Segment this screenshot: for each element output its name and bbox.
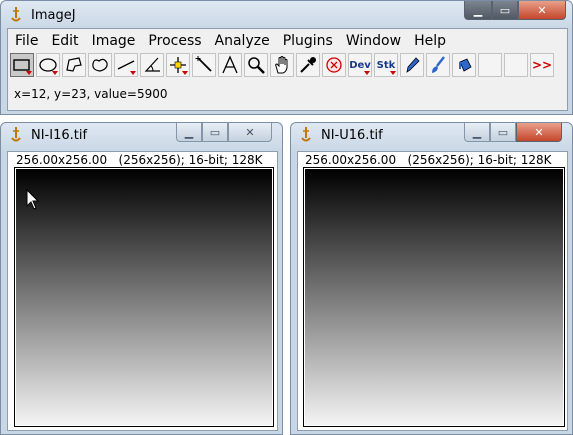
hand-tool[interactable] <box>270 53 294 77</box>
image-canvas[interactable] <box>14 167 274 427</box>
close-button[interactable]: ✕ <box>228 123 272 142</box>
brush-tool[interactable] <box>426 53 450 77</box>
menu-bar: File Edit Image Process Analyze Plugins … <box>8 29 452 51</box>
minimize-button[interactable]: ▁ <box>464 123 490 142</box>
image-info: 256.00x256.00 (256x256); 16-bit; 128K <box>16 153 263 167</box>
magnifier-icon <box>248 57 265 74</box>
window-title: NI-I16.tif <box>31 127 88 143</box>
empty-slot-2 <box>504 53 528 77</box>
menu-analyze[interactable]: Analyze <box>208 29 276 51</box>
image-canvas[interactable] <box>303 167 565 427</box>
dropdown-indicator <box>26 71 32 75</box>
more-tools-button[interactable]: >> <box>530 53 554 77</box>
bucket-icon <box>459 58 472 72</box>
pencil-tool[interactable] <box>400 53 424 77</box>
imagej-main-window: ImageJ ▁ ▭ ✕ File Edit Image Process Ana… <box>0 0 573 115</box>
menu-help[interactable]: Help <box>407 29 452 51</box>
menu-image[interactable]: Image <box>85 29 142 51</box>
dev-label: Dev <box>349 59 371 71</box>
eyedropper-icon <box>300 57 316 73</box>
window-title: ImageJ <box>31 7 76 23</box>
menu-process[interactable]: Process <box>141 29 207 51</box>
dev-menu[interactable]: Dev <box>348 53 372 77</box>
stop-icon <box>326 57 342 73</box>
dropdown-indicator <box>130 71 136 75</box>
menu-file[interactable]: File <box>8 29 44 51</box>
text-icon <box>222 55 238 74</box>
image-window-ni-i16: NI-I16.tif ▁ ▭ ✕ 256.00x256.00 (256x256)… <box>0 122 283 435</box>
maximize-button[interactable]: ▭ <box>490 123 516 142</box>
oval-tool[interactable] <box>36 53 60 77</box>
stk-menu[interactable]: Stk <box>374 53 398 77</box>
color-picker-tool[interactable] <box>296 53 320 77</box>
imagej-logo-icon <box>301 127 311 142</box>
polygon-icon <box>66 57 82 72</box>
flood-fill-tool[interactable] <box>452 53 476 77</box>
wand-tool[interactable] <box>192 53 216 77</box>
minimize-button[interactable]: ▁ <box>176 123 202 142</box>
stop-tool[interactable] <box>322 53 346 77</box>
menu-window[interactable]: Window <box>339 29 407 51</box>
imagej-logo-icon <box>11 127 21 142</box>
status-bar: x=12, y=23, value=5900 <box>14 87 168 101</box>
hand-icon <box>275 56 288 74</box>
image-info: 256.00x256.00 (256x256); 16-bit; 128K <box>305 153 552 167</box>
freehand-tool[interactable] <box>88 53 112 77</box>
close-button[interactable]: ✕ <box>518 1 566 20</box>
gradient-image <box>16 169 272 425</box>
image-content: 256.00x256.00 (256x256); 16-bit; 128K <box>297 151 568 431</box>
gradient-image <box>305 169 563 425</box>
menu-edit[interactable]: Edit <box>44 29 84 51</box>
text-tool[interactable] <box>218 53 242 77</box>
minimize-button[interactable]: ▁ <box>464 1 492 20</box>
maximize-button[interactable]: ▭ <box>492 1 518 20</box>
wand-icon <box>195 56 212 72</box>
point-tool[interactable] <box>166 53 190 77</box>
window-title: NI-U16.tif <box>321 127 383 143</box>
dropdown-indicator <box>182 71 188 75</box>
imagej-logo-icon <box>11 7 21 22</box>
maximize-button[interactable]: ▭ <box>202 123 228 142</box>
mouse-cursor-icon <box>26 189 40 210</box>
main-content: File Edit Image Process Analyze Plugins … <box>7 28 568 111</box>
dropdown-indicator <box>390 71 396 75</box>
angle-tool[interactable] <box>140 53 164 77</box>
image-window-ni-u16: NI-U16.tif ▁ ▭ ✕ 256.00x256.00 (256x256)… <box>290 122 573 435</box>
angle-icon <box>144 57 160 72</box>
close-button[interactable]: ✕ <box>516 123 562 142</box>
dropdown-indicator <box>52 71 58 75</box>
menu-plugins[interactable]: Plugins <box>276 29 339 51</box>
toolbar: Dev Stk >> <box>10 53 556 77</box>
stk-label: Stk <box>376 59 396 71</box>
rectangle-tool[interactable] <box>10 53 34 77</box>
image-content: 256.00x256.00 (256x256); 16-bit; 128K <box>7 151 278 431</box>
polygon-tool[interactable] <box>62 53 86 77</box>
pencil-icon <box>406 57 420 73</box>
line-tool[interactable] <box>114 53 138 77</box>
more-tools-label: >> <box>531 58 553 72</box>
dropdown-indicator <box>364 71 370 75</box>
freehand-icon <box>92 58 108 72</box>
magnifier-tool[interactable] <box>244 53 268 77</box>
brush-icon <box>432 56 445 73</box>
empty-slot-1 <box>478 53 502 77</box>
